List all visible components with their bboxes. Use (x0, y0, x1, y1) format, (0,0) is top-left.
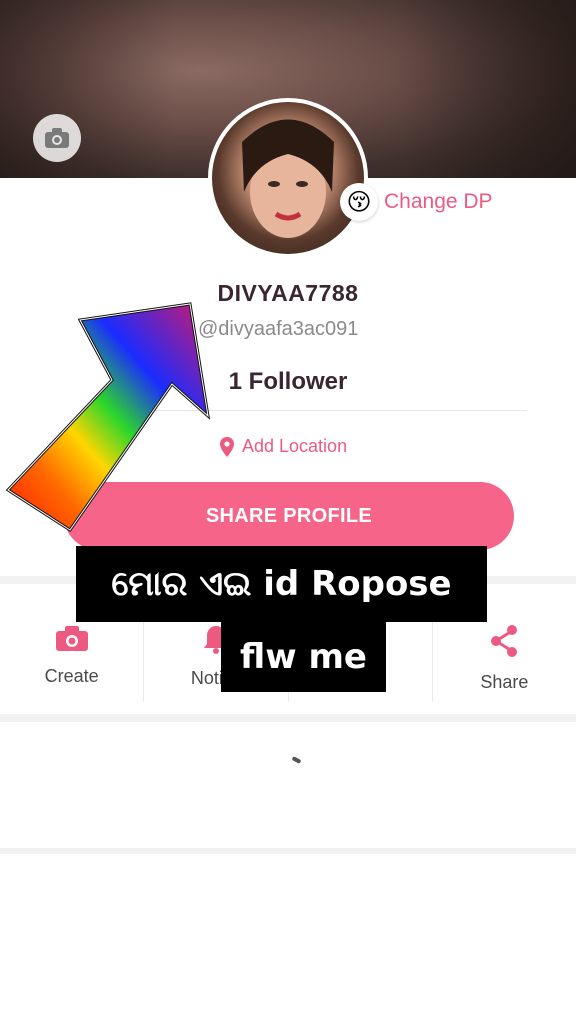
create-label: Create (44, 666, 99, 686)
location-pin-icon (220, 436, 234, 457)
cover-camera-button[interactable] (33, 114, 81, 162)
share-action[interactable]: Share (433, 612, 576, 702)
emoji-glyph: 😚 (346, 188, 372, 216)
rainbow-arrow-icon (5, 302, 211, 533)
overlay-caption-line1: ମୋର ଏଇ id Ropose (76, 546, 487, 622)
add-location-label: Add Location (242, 436, 348, 456)
overlay-caption-line2: flw me (221, 622, 386, 692)
kiss-emoji-icon: 😚 (340, 183, 378, 221)
section-separator (0, 714, 576, 722)
change-dp-label: Change DP (384, 190, 493, 213)
share-label: Share (480, 672, 529, 692)
change-dp-button[interactable]: 😚 Change DP (340, 183, 493, 221)
create-action[interactable]: Create (0, 612, 145, 702)
camera-icon (45, 128, 69, 148)
share-icon (491, 625, 518, 657)
section-separator (0, 848, 576, 854)
profile-handle: @divyaafa3ac091 (198, 318, 359, 340)
add-location-button[interactable]: Add Location (220, 436, 347, 457)
profile-avatar[interactable] (208, 98, 368, 258)
camera-icon (55, 626, 88, 651)
loading-indicator (291, 756, 302, 764)
